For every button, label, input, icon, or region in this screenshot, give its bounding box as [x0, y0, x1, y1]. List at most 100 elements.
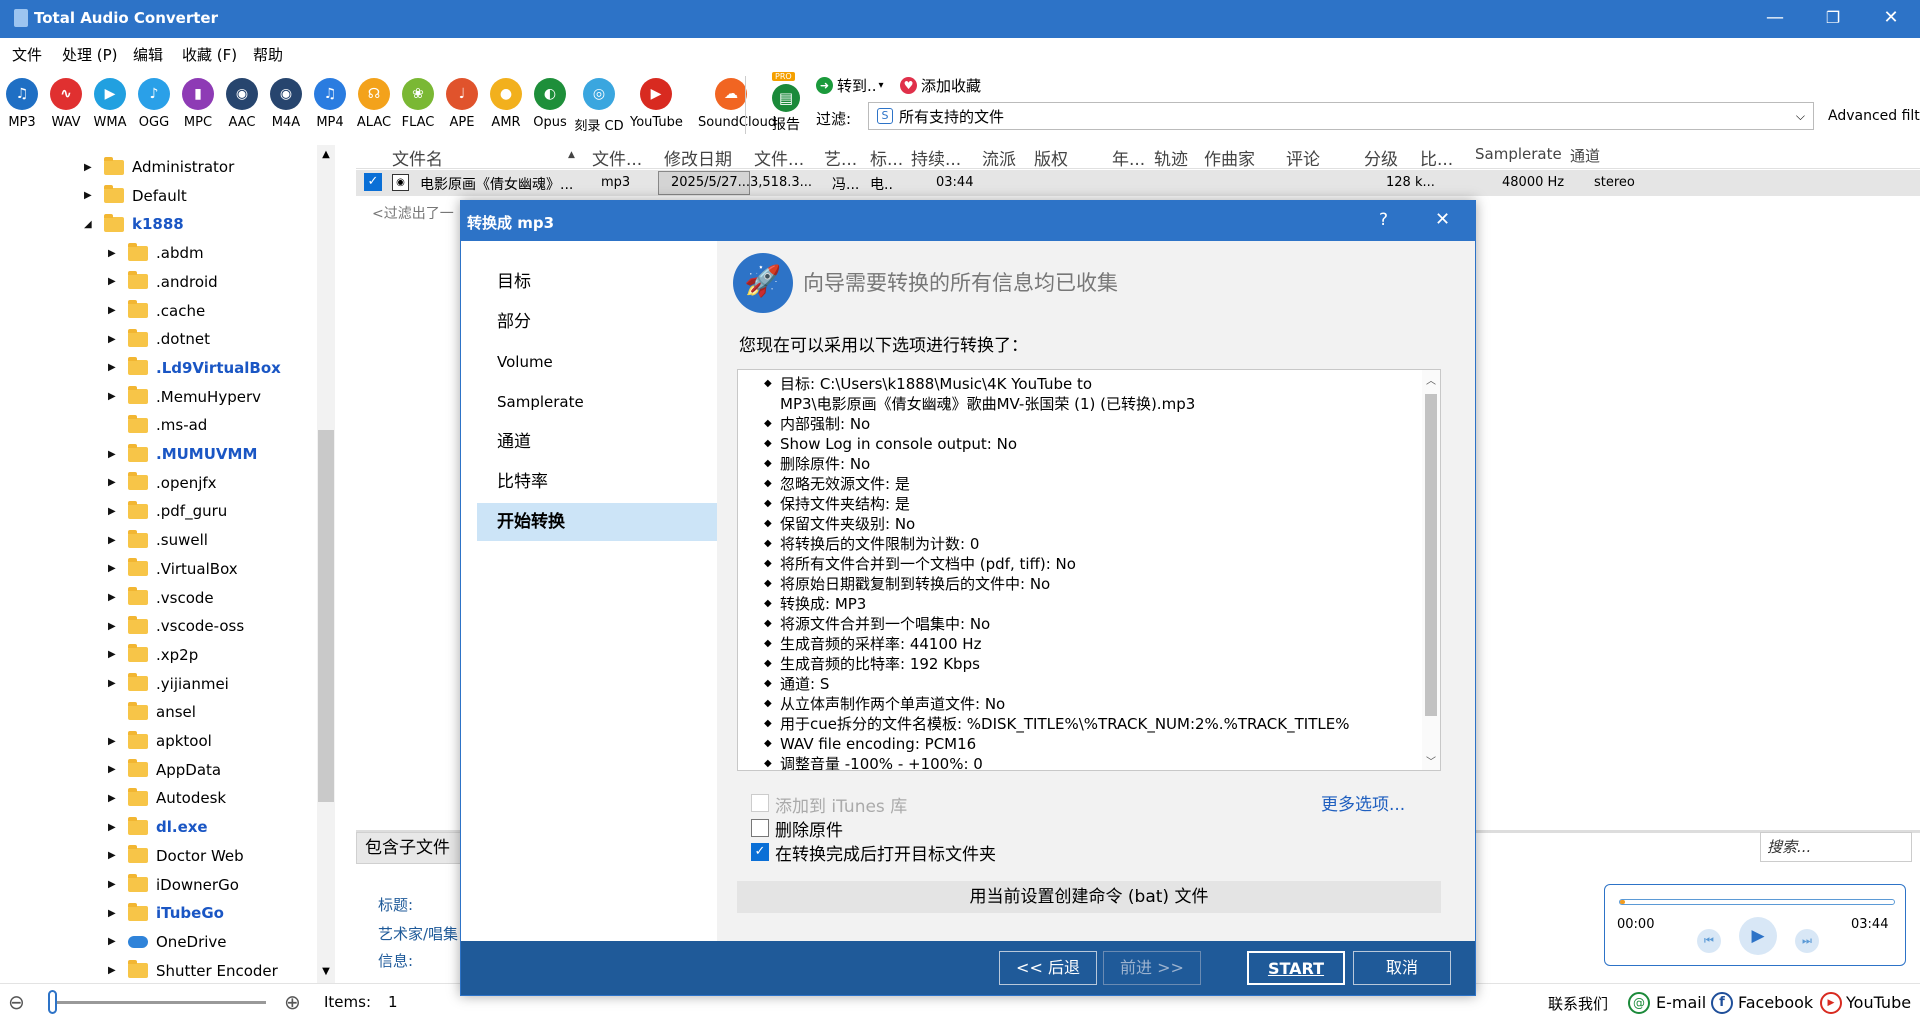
expand-arrow-icon[interactable]: ▶ — [108, 936, 118, 947]
format-button-mpc[interactable]: ▮ MPC — [176, 78, 220, 130]
wizard-nav-item[interactable]: 通道 — [477, 423, 717, 461]
format-button-mp4[interactable]: ♫ MP4 — [308, 78, 352, 130]
tree-scrollbar[interactable]: ▲ ▼ — [317, 145, 335, 983]
report-button[interactable]: PRO ▤ 报告 — [764, 72, 808, 138]
menu-help[interactable]: 帮助 — [253, 44, 283, 65]
contact-us-link[interactable]: 联系我们 — [1548, 993, 1608, 1014]
expand-arrow-icon[interactable]: ▶ — [108, 908, 118, 919]
column-header[interactable]: 分级 — [1364, 145, 1398, 170]
format-button-flac[interactable]: ❀ FLAC — [396, 78, 440, 130]
expand-arrow-icon[interactable]: ▶ — [108, 793, 118, 804]
delete-original-checkbox[interactable] — [751, 819, 769, 837]
tree-item[interactable]: ◢ k1888 — [84, 210, 184, 238]
column-header[interactable]: 标... — [870, 145, 903, 170]
format-button-alac[interactable]: ☊ ALAC — [352, 78, 396, 130]
tree-item[interactable]: ▶ .android — [108, 268, 218, 296]
column-header[interactable]: 艺... — [824, 145, 857, 170]
format-button-amr[interactable]: ● AMR — [484, 78, 528, 130]
format-button-ape[interactable]: ♩ APE — [440, 78, 484, 130]
include-subfolders-button[interactable]: 包含子文件 — [356, 832, 466, 864]
tree-item[interactable]: ▶ .pdf_guru — [108, 497, 227, 525]
cancel-button[interactable]: 取消 — [1353, 951, 1451, 985]
advanced-filter-button[interactable]: Advanced filter — [1828, 108, 1920, 124]
player-progress-bar[interactable] — [1619, 899, 1895, 905]
convert-to-button[interactable]: ➜ 转到.. ▾ — [816, 73, 884, 97]
column-header[interactable]: 轨迹 — [1154, 145, 1188, 170]
tree-item[interactable]: .ms-ad — [108, 411, 207, 439]
column-header[interactable]: 年... — [1112, 145, 1145, 170]
tree-item[interactable]: ▶ .suwell — [108, 526, 208, 554]
wizard-nav-item[interactable]: Samplerate — [477, 383, 717, 421]
column-header[interactable]: 修改日期 — [664, 145, 732, 170]
menu-process[interactable]: 处理 (P) — [62, 44, 118, 65]
dialog-close-button[interactable]: ✕ — [1435, 209, 1450, 230]
tree-item[interactable]: ▶ iDownerGo — [108, 871, 239, 899]
expand-arrow-icon[interactable]: ▶ — [108, 764, 118, 775]
next-button[interactable]: 前进 >> — [1103, 951, 1201, 985]
wizard-nav-item[interactable]: 目标 — [477, 263, 717, 301]
tree-item[interactable]: ▶ .vscode — [108, 584, 214, 612]
format-button-m4a[interactable]: ◉ M4A — [264, 78, 308, 130]
youtube-link[interactable]: YouTube — [1846, 993, 1911, 1012]
wizard-nav-item[interactable]: 开始转换 — [477, 503, 717, 541]
create-bat-button[interactable]: 用当前设置创建命令 (bat) 文件 — [737, 881, 1441, 913]
expand-arrow-icon[interactable]: ▶ — [108, 736, 118, 747]
format-button-ogg[interactable]: ♪ OGG — [132, 78, 176, 130]
format-button-mp3[interactable]: ♫ MP3 — [0, 78, 44, 130]
tree-item[interactable]: ▶ dl.exe — [108, 813, 208, 841]
scroll-down-icon[interactable]: ▼ — [317, 966, 335, 977]
scrollbar-thumb[interactable] — [318, 430, 334, 802]
column-header[interactable]: 文件名 — [392, 145, 443, 170]
column-header[interactable]: Samplerate — [1475, 145, 1562, 163]
tree-item[interactable]: ▶ .abdm — [108, 239, 204, 267]
tree-item[interactable]: ▶ .cache — [108, 297, 205, 325]
column-header[interactable]: 通道 — [1570, 145, 1600, 166]
scroll-up-icon[interactable]: ︿ — [1422, 372, 1440, 387]
expand-arrow-icon[interactable]: ▶ — [108, 822, 118, 833]
restore-button[interactable]: ❐ — [1804, 0, 1862, 38]
wizard-nav-item[interactable]: Volume — [477, 343, 717, 381]
menu-file[interactable]: 文件 — [12, 44, 42, 65]
table-row[interactable]: ✓ ◉ 电影原画《倩女幽魂》... mp3 2025/5/27... 3,518… — [356, 170, 1920, 196]
tree-item[interactable]: ▶ iTubeGo — [108, 899, 224, 927]
close-button[interactable]: ✕ — [1862, 0, 1920, 38]
expand-arrow-icon[interactable]: ▶ — [108, 391, 118, 402]
add-itunes-checkbox[interactable] — [751, 794, 769, 812]
search-input[interactable]: 搜索... — [1760, 832, 1912, 862]
menu-favorites[interactable]: 收藏 (F) — [182, 44, 237, 65]
expand-arrow-icon[interactable]: ▶ — [108, 649, 118, 660]
expand-arrow-icon[interactable]: ▶ — [84, 162, 94, 173]
expand-arrow-icon[interactable]: ▶ — [108, 362, 118, 373]
tree-item[interactable]: ▶ .MemuHyperv — [108, 383, 261, 411]
tree-item[interactable]: ▶ Autodesk — [108, 784, 226, 812]
tree-item[interactable]: ▶ .MUMUVMM — [108, 440, 257, 468]
expand-arrow-icon[interactable]: ▶ — [108, 879, 118, 890]
tree-item[interactable]: ▶ .yijianmei — [108, 670, 229, 698]
help-button[interactable]: ? — [1379, 210, 1388, 230]
zoom-slider-handle[interactable] — [48, 990, 57, 1014]
tree-item[interactable]: ▶ .Ld9VirtualBox — [108, 354, 281, 382]
format-button-刻录-cd[interactable]: ◎ 刻录 CD — [573, 78, 625, 134]
column-header[interactable]: 文件... — [754, 145, 804, 170]
zoom-in-icon[interactable]: ⊕ — [284, 990, 301, 1014]
column-header[interactable]: 流派 — [982, 145, 1016, 170]
format-button-wma[interactable]: ▶ WMA — [88, 78, 132, 130]
tree-item[interactable]: ▶ .vscode-oss — [108, 612, 244, 640]
zoom-out-icon[interactable]: ⊖ — [8, 990, 25, 1014]
expand-arrow-icon[interactable]: ▶ — [108, 449, 118, 460]
play-icon[interactable]: ▶ — [1739, 917, 1777, 955]
tree-item[interactable]: ▶ .VirtualBox — [108, 555, 238, 583]
expand-arrow-icon[interactable]: ▶ — [108, 965, 118, 976]
expand-arrow-icon[interactable]: ▶ — [108, 248, 118, 259]
next-icon[interactable]: ⏭ — [1795, 929, 1819, 953]
expand-arrow-icon[interactable]: ▶ — [84, 190, 94, 201]
minimize-button[interactable]: — — [1746, 0, 1804, 38]
tree-item[interactable]: ▶ .dotnet — [108, 325, 210, 353]
scrollbar-thumb[interactable] — [1425, 394, 1437, 716]
format-button-youtube[interactable]: ▶ YouTube — [630, 78, 683, 130]
filter-select[interactable]: S 所有支持的文件 ⌵ — [868, 102, 1814, 130]
expand-arrow-icon[interactable]: ▶ — [108, 592, 118, 603]
tree-item[interactable]: ▶ OneDrive — [108, 928, 227, 956]
tree-item[interactable]: ▶ Doctor Web — [108, 842, 244, 870]
expand-arrow-icon[interactable]: ▶ — [108, 305, 118, 316]
